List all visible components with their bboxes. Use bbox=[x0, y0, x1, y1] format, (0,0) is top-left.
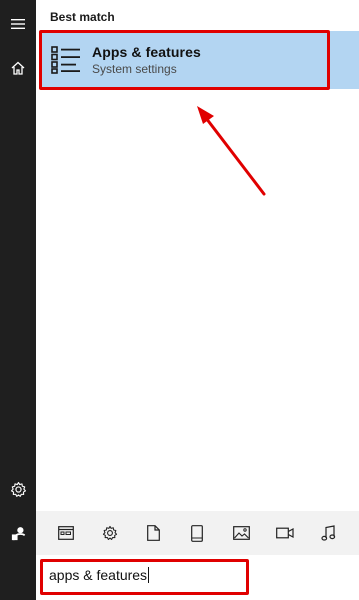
user-icon bbox=[11, 526, 25, 540]
search-highlight-box bbox=[40, 559, 249, 595]
music-filter-button[interactable] bbox=[315, 519, 343, 547]
apps-filter-icon bbox=[58, 526, 74, 540]
settings-filter-icon bbox=[102, 525, 117, 540]
home-icon bbox=[11, 61, 25, 75]
gear-icon bbox=[10, 481, 26, 497]
settings-button[interactable] bbox=[0, 471, 36, 507]
settings-filter-button[interactable] bbox=[96, 519, 124, 547]
documents-filter-icon bbox=[147, 525, 161, 541]
best-match-highlight-box bbox=[39, 30, 330, 90]
videos-filter-icon bbox=[276, 527, 294, 539]
search-results-panel: Best match Apps & features System settin… bbox=[36, 0, 359, 600]
documents-filter-button[interactable] bbox=[140, 519, 168, 547]
device-filter-icon bbox=[191, 524, 204, 542]
videos-filter-button[interactable] bbox=[271, 519, 299, 547]
search-box[interactable]: apps & features bbox=[36, 555, 359, 600]
music-filter-icon bbox=[321, 525, 336, 541]
device-filter-button[interactable] bbox=[183, 519, 211, 547]
photos-filter-button[interactable] bbox=[227, 519, 255, 547]
photos-filter-icon bbox=[232, 526, 250, 540]
home-button[interactable] bbox=[0, 50, 36, 86]
section-label-best-match: Best match bbox=[50, 10, 115, 24]
hamburger-menu-button[interactable] bbox=[0, 6, 36, 42]
apps-filter-button[interactable] bbox=[52, 519, 80, 547]
user-button[interactable] bbox=[0, 515, 36, 551]
hamburger-icon bbox=[11, 19, 25, 29]
search-filter-bar bbox=[36, 511, 359, 555]
left-rail bbox=[0, 0, 36, 600]
